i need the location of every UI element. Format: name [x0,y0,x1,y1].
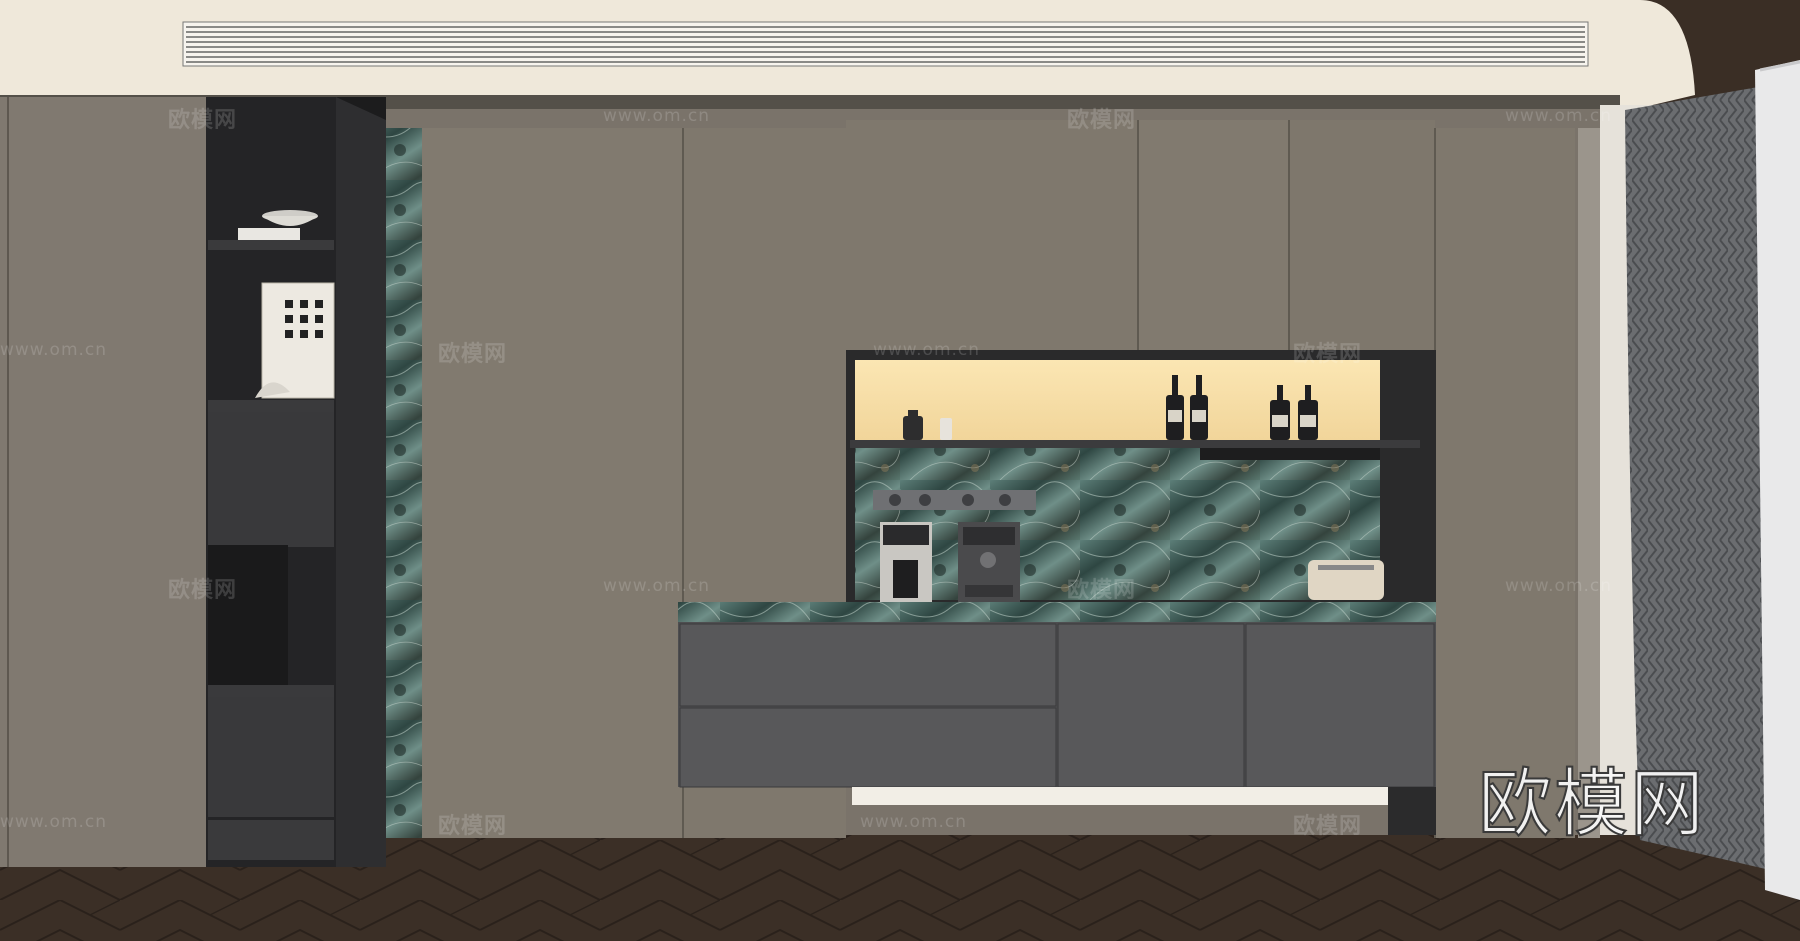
coffee-machine-icon [958,522,1020,602]
marble-column-strip [386,128,422,838]
watermark-logo-large: 欧模网 [1477,760,1706,848]
framed-art-icon [255,282,335,399]
open-shelf-cabinet [206,97,386,867]
left-wall-panel [0,97,206,867]
interior-render: 欧模网 www.om.cn 欧模网 www.om.cn www.om.cn 欧模… [0,0,1800,941]
toaster-icon [1308,560,1384,600]
bar-niche [846,350,1436,605]
base-cabinet [678,622,1436,788]
under-cabinet-light [852,787,1388,805]
coffee-machine-icon [880,522,932,602]
marble-countertop [678,602,1436,622]
air-vent-icon [182,21,1589,67]
